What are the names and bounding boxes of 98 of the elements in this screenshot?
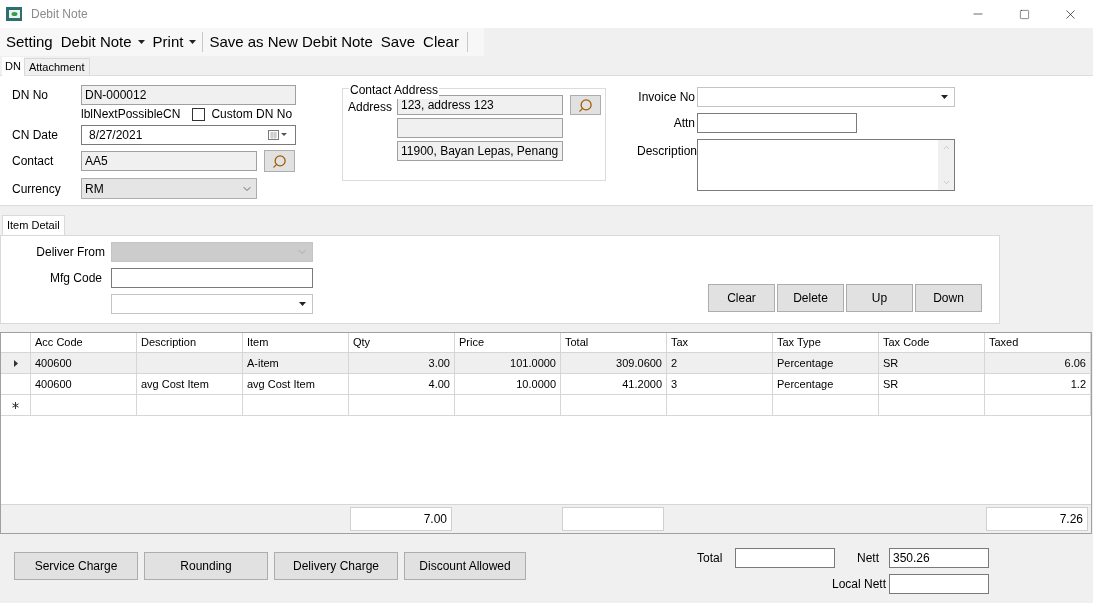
dropdown-caret-icon — [137, 40, 145, 44]
checkbox[interactable] — [192, 107, 206, 121]
search-icon — [578, 97, 593, 113]
column-header[interactable]: Description — [137, 333, 243, 352]
new-row-icon — [12, 401, 19, 409]
app-icon — [6, 7, 22, 21]
table-cell: 6.06 — [985, 353, 1091, 373]
field-label: lblNextPossibleCN — [81, 106, 181, 123]
total-field[interactable] — [735, 548, 835, 568]
column-header[interactable]: Tax Code — [879, 333, 985, 352]
column-header[interactable]: Total — [561, 333, 667, 352]
total-field[interactable]: 7.26 — [986, 507, 1088, 531]
search-icon — [272, 153, 287, 169]
local-nett-field[interactable] — [889, 574, 989, 594]
table-cell: 101.0000 — [455, 353, 561, 373]
table-cell: 2 — [667, 353, 773, 373]
field-label: DN No — [12, 87, 49, 104]
menu-item[interactable]: Clear — [419, 30, 463, 54]
action-button[interactable]: Up — [846, 284, 913, 312]
address-field[interactable]: 123, address 123 — [397, 95, 563, 115]
tab[interactable]: Item Detail — [2, 215, 65, 235]
mfg-code-field[interactable] — [111, 268, 313, 288]
tab[interactable]: Attachment — [23, 58, 90, 75]
calendar-icon — [268, 130, 288, 140]
menu-item[interactable]: Print — [148, 30, 201, 54]
address-field[interactable]: 11900, Bayan Lepas, Penang — [397, 141, 563, 161]
field-label: Total — [697, 550, 723, 567]
field-label: Local Nett — [830, 576, 886, 593]
field-label: Invoice No — [637, 89, 695, 106]
address-field[interactable] — [397, 118, 563, 138]
menu-item[interactable]: Save — [376, 30, 420, 54]
table-cell: 41.2000 — [561, 374, 667, 394]
scrollbar[interactable] — [938, 140, 954, 190]
field-label: Address — [348, 99, 390, 116]
table-row[interactable]: 400600 avg Cost Item avg Cost Item 4.00 10.0000 41.2000 3 Percentage SR 1.2 — [1, 374, 1091, 395]
column-header[interactable]: Tax — [667, 333, 773, 352]
description-field[interactable] — [697, 139, 955, 191]
field-label: Deliver From — [35, 244, 105, 261]
menu-item[interactable]: Save as New Debit Note — [205, 30, 377, 54]
field-label: Custom DN No — [211, 106, 293, 123]
dropdown-caret-icon — [189, 40, 197, 44]
table-row[interactable]: 400600 A-item 3.00 101.0000 309.0600 2 Percentage SR 6.06 — [1, 353, 1091, 374]
caret-icon — [299, 302, 306, 306]
search-button[interactable] — [264, 150, 295, 172]
action-button[interactable]: Rounding — [144, 552, 268, 580]
window-title: Debit Note — [31, 6, 88, 23]
input-field[interactable]: DN-000012 — [81, 85, 296, 105]
action-button[interactable]: Delivery Charge — [274, 552, 398, 580]
input-field[interactable]: AA5 — [81, 151, 257, 171]
table-cell: 10.0000 — [455, 374, 561, 394]
action-button[interactable]: Delete — [777, 284, 844, 312]
column-header[interactable]: Price — [455, 333, 561, 352]
column-header[interactable]: Item — [243, 333, 349, 352]
field-label: CN Date — [12, 127, 59, 144]
invoice-dropdown[interactable] — [697, 87, 955, 107]
field-label: Attn — [672, 115, 695, 132]
field-label: Mfg Code — [48, 270, 102, 287]
scroll-down-icon[interactable] — [941, 178, 951, 187]
table-cell: A-item — [243, 353, 349, 373]
table-cell: 3 — [667, 374, 773, 394]
table-cell: SR — [879, 353, 985, 373]
currency-dropdown[interactable]: RM — [81, 178, 257, 199]
maximize-icon — [1018, 8, 1030, 20]
table-cell: SR — [879, 374, 985, 394]
table-cell: Percentage — [773, 353, 879, 373]
action-button[interactable]: Service Charge — [14, 552, 138, 580]
table-cell: 309.0600 — [561, 353, 667, 373]
tab[interactable]: DN — [2, 57, 24, 76]
action-button[interactable]: Clear — [708, 284, 775, 312]
menu-item[interactable]: Debit Note — [56, 30, 149, 54]
caret-icon — [941, 95, 948, 99]
field-label: Currency — [12, 180, 62, 198]
table-cell: 4.00 — [349, 374, 455, 394]
column-header[interactable]: Qty — [349, 333, 455, 352]
column-header[interactable]: Taxed — [985, 333, 1091, 352]
table-cell: 400600 — [31, 374, 137, 394]
field-label: Contact — [12, 153, 55, 170]
total-field[interactable]: 7.00 — [350, 507, 452, 531]
search-button[interactable] — [570, 95, 601, 115]
column-header[interactable]: Tax Type — [773, 333, 879, 352]
scroll-up-icon[interactable] — [941, 143, 951, 152]
action-button[interactable]: Down — [915, 284, 982, 312]
field-label: Nett — [856, 550, 879, 567]
column-header[interactable]: Acc Code — [31, 333, 137, 352]
dropdown[interactable] — [111, 294, 313, 314]
date-picker[interactable]: 8/27/2021 — [81, 125, 296, 145]
current-row-icon — [13, 359, 18, 367]
field-label: Description — [637, 143, 696, 160]
table-cell: avg Cost Item — [137, 374, 243, 394]
attn-field[interactable] — [697, 113, 857, 133]
table-cell: avg Cost Item — [243, 374, 349, 394]
table-cell: Percentage — [773, 374, 879, 394]
table-cell: 1.2 — [985, 374, 1091, 394]
table-cell: 3.00 — [349, 353, 455, 373]
menu-item[interactable]: Setting — [2, 30, 57, 54]
nett-field[interactable]: 350.26 — [889, 548, 989, 568]
action-button[interactable]: Discount Allowed — [404, 552, 526, 580]
table-cell: 400600 — [31, 353, 137, 373]
